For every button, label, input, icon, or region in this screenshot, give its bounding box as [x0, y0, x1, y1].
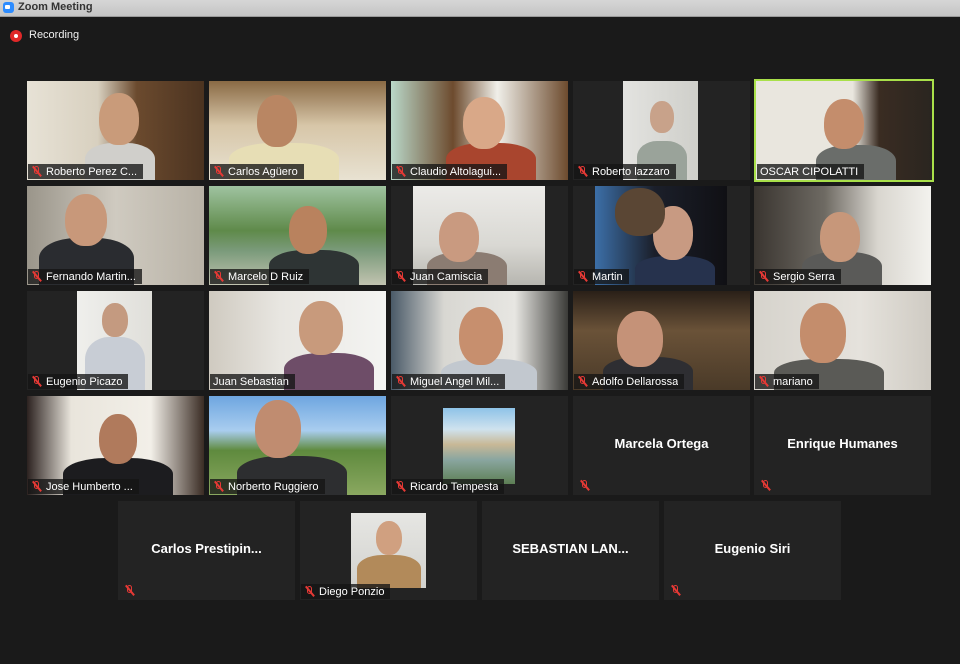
- microphone-muted-icon: [760, 480, 771, 491]
- microphone-muted-icon: [31, 481, 42, 492]
- participant-name: Juan Camiscia: [410, 270, 483, 283]
- recording-icon: [10, 30, 22, 42]
- participant-name: Roberto Perez C...: [46, 165, 138, 178]
- participant-name: Carlos Prestipin...: [151, 541, 262, 556]
- microphone-muted-icon: [395, 166, 406, 177]
- participant-tile-marcela-ortega[interactable]: Marcela Ortega: [573, 396, 750, 495]
- microphone-muted-icon: [213, 271, 224, 282]
- participant-tile-roberto-perez[interactable]: Roberto Perez C...: [27, 81, 204, 180]
- participant-tile-ricardo-tempesta[interactable]: Ricardo Tempesta: [391, 396, 568, 495]
- participant-name-bar: Claudio Altolagui...: [392, 164, 508, 179]
- participant-tile-jose-humberto[interactable]: Jose Humberto ...: [27, 396, 204, 495]
- microphone-muted-icon: [31, 271, 42, 282]
- participant-name: Martin: [592, 270, 623, 283]
- participant-name-bar: Martin: [574, 269, 629, 284]
- participant-name-bar: Ricardo Tempesta: [392, 479, 505, 494]
- participant-name: Carlos Agüero: [228, 165, 298, 178]
- participant-name-bar: Jose Humberto ...: [28, 479, 139, 494]
- participant-name-bar: Roberto lazzaro: [574, 164, 676, 179]
- participant-name: Roberto lazzaro: [592, 165, 670, 178]
- profile-picture: [443, 408, 515, 484]
- microphone-muted-icon: [670, 585, 681, 596]
- participant-name-bar: Eugenio Picazo: [28, 374, 129, 389]
- participant-name-bar: Marcelo D Ruiz: [210, 269, 310, 284]
- participant-tile-adolfo-dellarossa[interactable]: Adolfo Dellarossa: [573, 291, 750, 390]
- participant-tile-juan-sebastian[interactable]: Juan Sebastian: [209, 291, 386, 390]
- participant-name: Enrique Humanes: [787, 436, 898, 451]
- microphone-muted-icon: [31, 166, 42, 177]
- participant-name: Marcelo D Ruiz: [228, 270, 304, 283]
- participant-name-bar: Juan Sebastian: [210, 374, 295, 389]
- microphone-muted-icon: [577, 376, 588, 387]
- participant-name-bar: Norberto Ruggiero: [210, 479, 325, 494]
- participant-tile-norberto-ruggiero[interactable]: Norberto Ruggiero: [209, 396, 386, 495]
- participant-name-bar: Fernando Martin...: [28, 269, 142, 284]
- microphone-muted-icon: [31, 376, 42, 387]
- participant-tile-miguel-angel[interactable]: Miguel Angel Mil...: [391, 291, 568, 390]
- participant-name: Adolfo Dellarossa: [592, 375, 679, 388]
- participant-name-bar: Miguel Angel Mil...: [392, 374, 506, 389]
- participant-tile-oscar-cipolatti[interactable]: OSCAR CIPOLATTI: [754, 79, 934, 182]
- participant-tile-mariano[interactable]: mariano: [754, 291, 931, 390]
- microphone-muted-icon: [213, 481, 224, 492]
- microphone-muted-icon: [758, 271, 769, 282]
- participant-tile-eugenio-picazo[interactable]: Eugenio Picazo: [27, 291, 204, 390]
- participant-name-bar: Diego Ponzio: [301, 584, 391, 599]
- participant-name-bar: Carlos Agüero: [210, 164, 304, 179]
- participant-name-bar: Adolfo Dellarossa: [574, 374, 685, 389]
- participant-name-bar: Sergio Serra: [755, 269, 841, 284]
- window-titlebar[interactable]: Zoom Meeting: [0, 0, 960, 17]
- participant-name: Norberto Ruggiero: [228, 480, 319, 493]
- participant-tile-carlos-aguero[interactable]: Carlos Agüero: [209, 81, 386, 180]
- participant-name: Fernando Martin...: [46, 270, 136, 283]
- participant-name-bar: Juan Camiscia: [392, 269, 489, 284]
- participant-name-bar: Roberto Perez C...: [28, 164, 144, 179]
- participant-tile-enrique-humanes[interactable]: Enrique Humanes: [754, 396, 931, 495]
- participant-name-bar: OSCAR CIPOLATTI: [757, 164, 865, 179]
- participant-name: Eugenio Siri: [714, 541, 791, 556]
- participant-name: Diego Ponzio: [319, 585, 385, 598]
- participant-tile-eugenio-siri[interactable]: Eugenio Siri: [664, 501, 841, 600]
- window-title: Zoom Meeting: [18, 1, 93, 13]
- microphone-muted-icon: [579, 480, 590, 491]
- participant-name: Sergio Serra: [773, 270, 835, 283]
- participant-tile-fernando-martin[interactable]: Fernando Martin...: [27, 186, 204, 285]
- participant-name: Juan Sebastian: [213, 375, 289, 388]
- participant-name: Eugenio Picazo: [46, 375, 123, 388]
- participant-name: SEBASTIAN LAN...: [512, 541, 629, 556]
- microphone-muted-icon: [577, 271, 588, 282]
- microphone-muted-icon: [577, 166, 588, 177]
- participant-name: mariano: [773, 375, 813, 388]
- microphone-muted-icon: [304, 586, 315, 597]
- participant-name: Ricardo Tempesta: [410, 480, 499, 493]
- participant-name: Miguel Angel Mil...: [410, 375, 500, 388]
- participant-name-bar: mariano: [755, 374, 819, 389]
- participant-tile-sebastian-lan[interactable]: SEBASTIAN LAN...: [482, 501, 659, 600]
- microphone-muted-icon: [395, 376, 406, 387]
- participant-tile-martin[interactable]: Martin: [573, 186, 750, 285]
- microphone-muted-icon: [395, 271, 406, 282]
- participant-name: Marcela Ortega: [614, 436, 709, 451]
- participant-video: [351, 513, 426, 588]
- participant-tile-marcelo-ruiz[interactable]: Marcelo D Ruiz: [209, 186, 386, 285]
- participant-name: Jose Humberto ...: [46, 480, 133, 493]
- recording-label: Recording: [29, 29, 80, 41]
- participant-name: Claudio Altolagui...: [410, 165, 502, 178]
- participant-tile-roberto-lazzaro[interactable]: Roberto lazzaro: [573, 81, 750, 180]
- microphone-muted-icon: [758, 376, 769, 387]
- participant-tile-carlos-prestipino[interactable]: Carlos Prestipin...: [118, 501, 295, 600]
- microphone-muted-icon: [213, 166, 224, 177]
- participant-tile-diego-ponzio[interactable]: Diego Ponzio: [300, 501, 477, 600]
- microphone-muted-icon: [124, 585, 135, 596]
- zoom-app-icon: [3, 2, 14, 13]
- microphone-muted-icon: [395, 481, 406, 492]
- participant-tile-claudio-altolaguirre[interactable]: Claudio Altolagui...: [391, 81, 568, 180]
- participant-name: OSCAR CIPOLATTI: [760, 165, 859, 178]
- participant-tile-sergio-serra[interactable]: Sergio Serra: [754, 186, 931, 285]
- participant-tile-juan-camiscia[interactable]: Juan Camiscia: [391, 186, 568, 285]
